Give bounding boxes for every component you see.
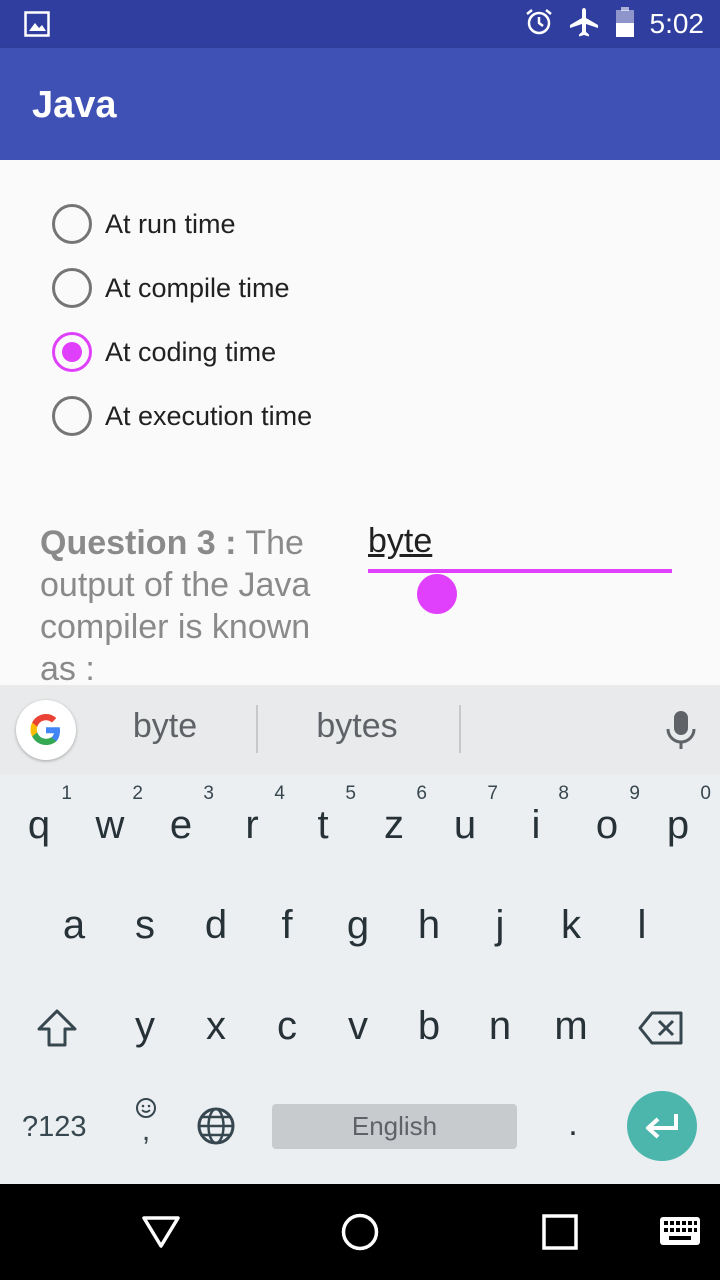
app-bar: Java	[0, 48, 720, 160]
key-g[interactable]: g	[323, 880, 393, 970]
suggestion-divider	[459, 705, 461, 753]
recents-icon[interactable]	[542, 1214, 578, 1255]
emoji-comma-key[interactable]: ,	[128, 1097, 164, 1147]
enter-icon	[646, 1114, 678, 1139]
radio-button[interactable]	[52, 396, 92, 436]
key-q[interactable]: q1	[4, 780, 74, 870]
home-icon[interactable]	[340, 1212, 380, 1257]
keyboard-switch-icon[interactable]	[659, 1216, 701, 1251]
app-title: Java	[32, 84, 117, 126]
backspace-icon[interactable]	[638, 1011, 684, 1050]
airplane-mode-icon	[568, 6, 600, 43]
key-n[interactable]: n	[465, 981, 535, 1071]
key-o[interactable]: o9	[572, 780, 642, 870]
key-c[interactable]: c	[252, 981, 322, 1071]
status-bar: 5:02	[0, 0, 720, 48]
space-bar[interactable]: English	[272, 1104, 517, 1149]
key-a[interactable]: a	[39, 880, 109, 970]
text-cursor-handle[interactable]	[416, 574, 457, 614]
key-d[interactable]: d	[181, 880, 251, 970]
key-p[interactable]: p0	[643, 780, 713, 870]
key-u[interactable]: u7	[430, 780, 500, 870]
key-s[interactable]: s	[110, 880, 180, 970]
alarm-icon	[524, 7, 554, 42]
question-text: Question 3 : The output of the Java comp…	[40, 522, 350, 690]
microphone-icon[interactable]	[662, 709, 700, 756]
radio-option-label: At execution time	[105, 400, 313, 431]
key-t[interactable]: t5	[288, 780, 358, 870]
radio-button[interactable]	[52, 268, 92, 308]
key-x[interactable]: x	[181, 981, 251, 1071]
symbols-key[interactable]: ?123	[22, 1111, 87, 1144]
key-j[interactable]: j	[465, 880, 535, 970]
comma-label: ,	[141, 1114, 151, 1147]
key-hint: 2	[132, 783, 143, 804]
radio-option-label: At run time	[105, 208, 236, 239]
radio-option-run-time[interactable]: At run time	[52, 204, 236, 244]
key-w[interactable]: w2	[75, 780, 145, 870]
battery-icon	[614, 6, 636, 43]
key-hint: 0	[700, 783, 711, 804]
key-hint: 5	[345, 783, 356, 804]
key-e[interactable]: e3	[146, 780, 216, 870]
key-f[interactable]: f	[252, 880, 322, 970]
key-hint: 3	[203, 783, 214, 804]
navigation-bar	[0, 1184, 720, 1280]
key-y[interactable]: y	[110, 981, 180, 1071]
radio-option-execution-time[interactable]: At execution time	[52, 396, 312, 436]
key-hint: 1	[61, 783, 72, 804]
answer-value: byte	[368, 522, 433, 560]
key-k[interactable]: k	[536, 880, 606, 970]
image-notification-icon	[24, 11, 50, 42]
answer-input[interactable]: byte	[368, 522, 672, 572]
radio-option-label: At compile time	[105, 272, 290, 303]
enter-key[interactable]	[627, 1091, 697, 1161]
key-r[interactable]: r4	[217, 780, 287, 870]
suggestion-divider	[256, 705, 258, 753]
input-underline	[368, 569, 672, 573]
clock-time: 5:02	[649, 8, 705, 39]
radio-button-checked[interactable]	[52, 332, 92, 372]
quiz-content: At run time At compile time At coding ti…	[0, 160, 720, 688]
key-v[interactable]: v	[323, 981, 393, 1071]
suggestion-bar: byte bytes	[0, 685, 720, 774]
key-h[interactable]: h	[394, 880, 464, 970]
key-b[interactable]: b	[394, 981, 464, 1071]
radio-button[interactable]	[52, 204, 92, 244]
key-hint: 6	[416, 783, 427, 804]
key-i[interactable]: i8	[501, 780, 571, 870]
radio-option-coding-time[interactable]: At coding time	[52, 332, 276, 372]
suggestion-1[interactable]: byte	[100, 707, 230, 746]
key-z[interactable]: z6	[359, 780, 429, 870]
key-hint: 8	[558, 783, 569, 804]
question-number: Question 3 :	[40, 524, 237, 562]
suggestion-2[interactable]: bytes	[287, 707, 427, 746]
soft-keyboard: byte bytes q1 w2 e3 r4 t5 z6 u7 i8 o9 p0…	[0, 685, 720, 1184]
period-key[interactable]: .	[560, 1105, 586, 1144]
radio-option-compile-time[interactable]: At compile time	[52, 268, 290, 308]
key-hint: 4	[274, 783, 285, 804]
key-hint: 9	[629, 783, 640, 804]
key-l[interactable]: l	[607, 880, 677, 970]
key-hint: 7	[487, 783, 498, 804]
key-m[interactable]: m	[536, 981, 606, 1071]
radio-option-label: At coding time	[105, 336, 277, 367]
globe-icon[interactable]	[196, 1106, 236, 1151]
shift-key-icon[interactable]	[35, 1007, 79, 1054]
google-g-icon[interactable]	[16, 700, 76, 760]
back-icon[interactable]	[141, 1212, 181, 1257]
